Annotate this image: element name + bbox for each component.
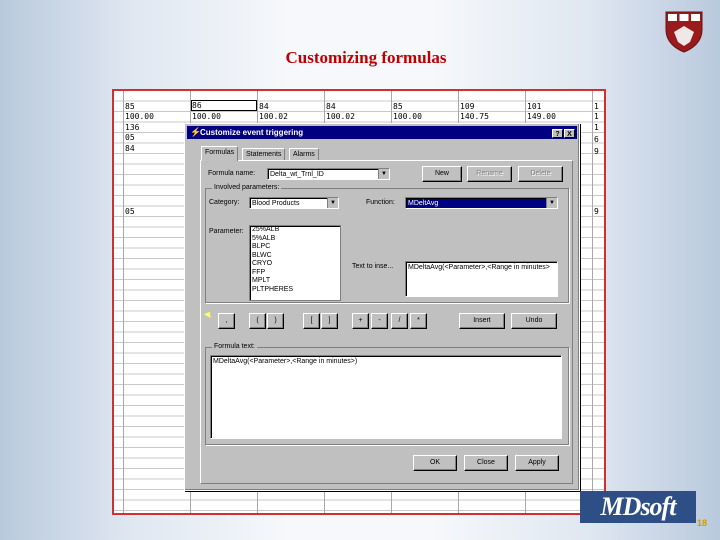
grid-cell: 85 bbox=[393, 102, 403, 111]
function-value: MDeltAvg bbox=[408, 200, 439, 207]
function-select[interactable]: MDeltAvg ▼ bbox=[405, 197, 558, 209]
grid-cell: 84 bbox=[259, 102, 269, 111]
rename-button[interactable]: Rename bbox=[467, 166, 512, 182]
formula-name-value: Delta_wt_Trnl_ID bbox=[270, 171, 324, 178]
operator-button[interactable]: * bbox=[410, 313, 427, 329]
grid-cell: 05 bbox=[125, 133, 135, 142]
operator-button[interactable]: ] bbox=[321, 313, 338, 329]
text-to-insert-label: Text to inse... bbox=[352, 263, 394, 270]
list-item[interactable]: PLTPHERES bbox=[250, 286, 340, 295]
text-to-insert-field: MDeltaAvg(<Parameter>,<Range in minutes> bbox=[405, 261, 558, 297]
formula-name-label: Formula name: bbox=[208, 170, 256, 177]
close-window-button[interactable]: X bbox=[564, 129, 575, 138]
operator-button[interactable]: - bbox=[371, 313, 388, 329]
chevron-down-icon[interactable]: ▼ bbox=[378, 169, 389, 179]
grid-cell-selected[interactable]: 86 bbox=[191, 100, 257, 111]
involved-parameters-caption: Involved parameters: bbox=[212, 184, 282, 191]
list-item[interactable]: 25%ALB bbox=[250, 226, 340, 235]
list-item[interactable]: FFP bbox=[250, 269, 340, 278]
slide-title: Customizing formulas bbox=[285, 48, 447, 67]
operator-button[interactable]: ) bbox=[267, 313, 284, 329]
grid-cell: 100.02 bbox=[259, 112, 288, 121]
grid-cell: 9 bbox=[594, 207, 599, 216]
category-label: Category: bbox=[209, 199, 240, 206]
lightning-icon: ⚡ bbox=[190, 127, 202, 137]
dialog-title: Customize event triggering bbox=[200, 128, 304, 137]
customize-event-dialog: ⚡ Customize event triggering ? X Formula… bbox=[184, 123, 580, 491]
help-button[interactable]: ? bbox=[552, 129, 563, 138]
grid-cell: 1 bbox=[594, 112, 599, 121]
chevron-down-icon[interactable]: ▼ bbox=[327, 198, 338, 208]
grid-cell: 109 bbox=[460, 102, 475, 111]
delete-button[interactable]: Delete bbox=[518, 166, 563, 182]
operator-button[interactable]: + bbox=[352, 313, 369, 329]
grid-cell: 136 bbox=[125, 123, 140, 132]
grid-cell: 1 bbox=[594, 102, 599, 111]
grid-cell: 84 bbox=[326, 102, 336, 111]
insert-button[interactable]: Insert bbox=[459, 313, 505, 329]
list-item[interactable]: BLPC bbox=[250, 243, 340, 252]
new-button[interactable]: New bbox=[422, 166, 462, 182]
grid-cell: 100.00 bbox=[192, 112, 221, 121]
mdsoft-logo: MDsoft bbox=[580, 491, 696, 523]
grid-cell: 100.00 bbox=[125, 112, 154, 121]
category-select[interactable]: Blood Products ▼ bbox=[249, 197, 339, 209]
parameter-list[interactable]: 25%ALB 5%ALB BLPC BLWC CRYO FFP MPLT PLT… bbox=[249, 225, 341, 301]
grid-cell: 100.00 bbox=[393, 112, 422, 121]
formula-text-group: Formula text: MDeltaAvg(<Parameter>,<Ran… bbox=[205, 343, 569, 445]
grid-cell: 85 bbox=[125, 102, 135, 111]
involved-parameters-group: Involved parameters: Category: Blood Pro… bbox=[205, 184, 569, 303]
screenshot-frame: 85 86 84 84 85 109 101 100.00 100.00 100… bbox=[112, 89, 606, 515]
tab-formulas[interactable]: Formulas bbox=[201, 146, 239, 161]
close-button[interactable]: Close bbox=[464, 455, 508, 471]
list-item[interactable]: BLWC bbox=[250, 252, 340, 261]
category-value: Blood Products bbox=[252, 200, 300, 207]
list-item[interactable]: CRYO bbox=[250, 260, 340, 269]
grid-cell: 140.75 bbox=[460, 112, 489, 121]
operator-button[interactable]: , bbox=[218, 313, 235, 329]
operator-button[interactable]: / bbox=[391, 313, 408, 329]
list-item[interactable]: MPLT bbox=[250, 277, 340, 286]
list-item[interactable]: 5%ALB bbox=[250, 235, 340, 244]
parameter-label: Parameter: bbox=[209, 228, 244, 235]
university-shield-icon bbox=[665, 11, 703, 53]
page-number: 18 bbox=[697, 518, 708, 528]
formula-name-select[interactable]: Delta_wt_Trnl_ID ▼ bbox=[267, 168, 390, 180]
function-label: Function: bbox=[366, 199, 395, 206]
formula-text-caption: Formula text: bbox=[212, 343, 257, 350]
grid-cell: 05 bbox=[125, 207, 135, 216]
grid-cell: 6 bbox=[594, 135, 599, 144]
operator-button[interactable]: [ bbox=[303, 313, 320, 329]
grid-cell: 100.02 bbox=[326, 112, 355, 121]
formulas-panel: Formula name: Delta_wt_Trnl_ID ▼ New Ren… bbox=[200, 160, 573, 484]
undo-button[interactable]: Undo bbox=[511, 313, 557, 329]
grid-cell: 9 bbox=[594, 147, 599, 156]
grid-cell: 1 bbox=[594, 123, 599, 132]
grid-cell: 101 bbox=[527, 102, 542, 111]
apply-button[interactable]: Apply bbox=[515, 455, 559, 471]
chevron-down-icon[interactable]: ▼ bbox=[546, 198, 557, 208]
operator-button[interactable]: ( bbox=[249, 313, 266, 329]
dialog-titlebar[interactable]: ⚡ Customize event triggering ? X bbox=[187, 126, 577, 139]
formula-text-area[interactable]: MDeltaAvg(<Parameter>,<Range in minutes>… bbox=[210, 355, 562, 439]
grid-cell: 149.00 bbox=[527, 112, 556, 121]
grid-cell: 84 bbox=[125, 144, 135, 153]
ok-button[interactable]: OK bbox=[413, 455, 457, 471]
